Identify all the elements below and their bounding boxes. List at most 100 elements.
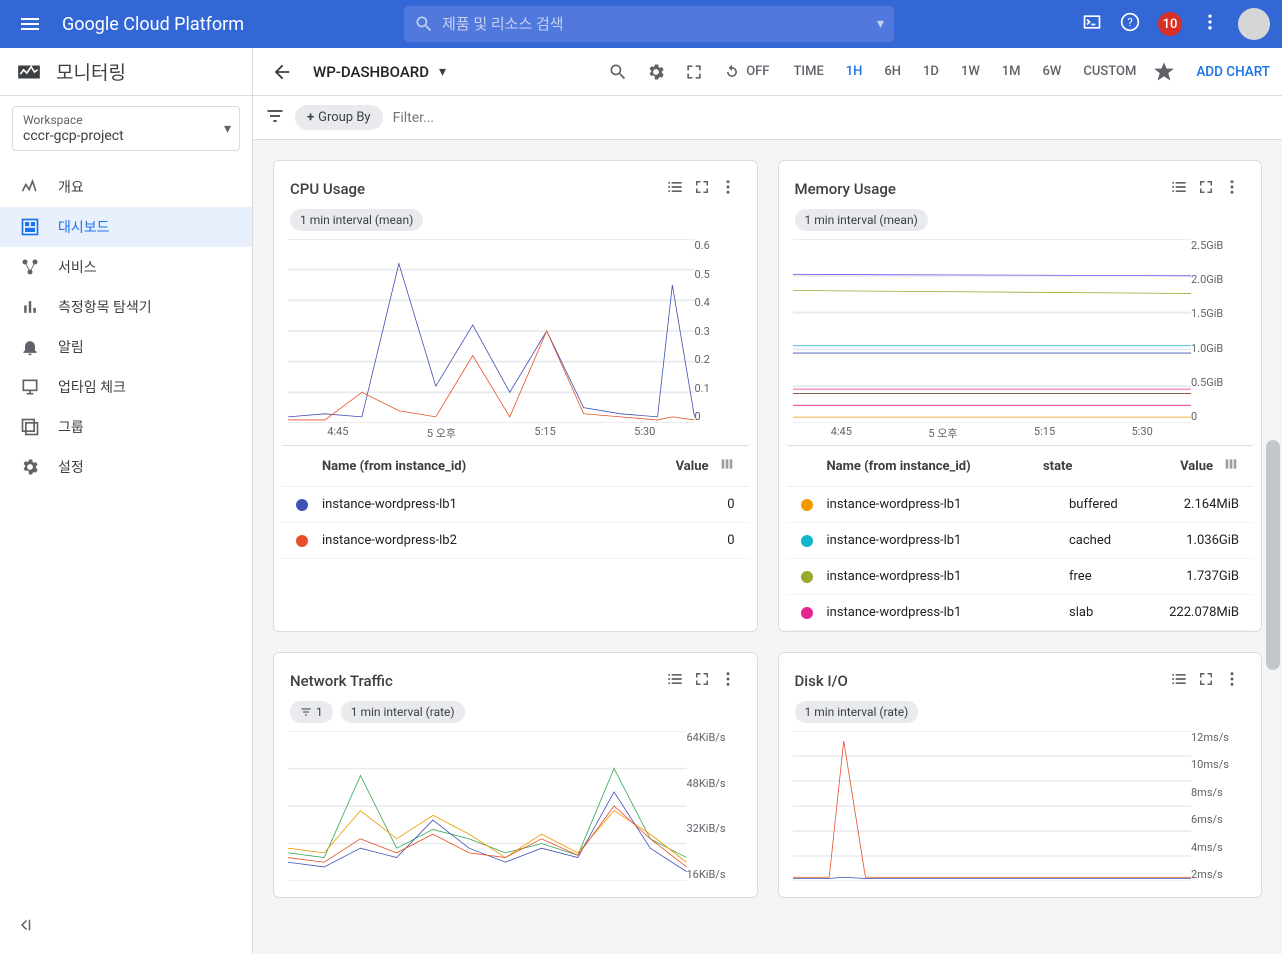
interval-chip[interactable]: 1 min interval (mean) (795, 209, 928, 231)
chart-title: Disk I/O (795, 672, 848, 690)
legend-toggle-icon[interactable] (1165, 667, 1193, 695)
legend-col-value: Value (1123, 459, 1213, 474)
time-option-1D[interactable]: 1D (917, 60, 945, 83)
chevron-down-icon: ▾ (224, 121, 231, 137)
time-option-6W[interactable]: 6W (1037, 60, 1068, 83)
sidebar-item-label: 알림 (58, 337, 84, 357)
search-box[interactable]: ▾ (404, 6, 894, 42)
legend-toggle-icon[interactable] (661, 175, 689, 203)
fullscreen-chart-icon[interactable] (1193, 176, 1219, 202)
more-vert-icon[interactable] (1219, 668, 1245, 694)
nav-icon (20, 297, 40, 317)
sidebar-item-0[interactable]: 개요 (0, 167, 252, 207)
hamburger-menu-icon[interactable] (12, 6, 48, 42)
search-dropdown-icon[interactable]: ▾ (877, 16, 884, 32)
chart-card-disk: Disk I/O 1 min interval (rate) 12ms/s10m… (778, 652, 1263, 898)
cloud-shell-icon[interactable] (1082, 12, 1102, 36)
nav-icon (20, 377, 40, 397)
sidebar-item-label: 설정 (58, 457, 84, 477)
legend-row[interactable]: instance-wordpress-lb1slab222.078MiB (787, 595, 1254, 631)
fullscreen-chart-icon[interactable] (1193, 668, 1219, 694)
chart-title: Memory Usage (795, 180, 896, 198)
chart-plot-disk[interactable]: 12ms/s10ms/s8ms/s6ms/s4ms/s2ms/s 4:455 오… (793, 731, 1248, 897)
nav-icon (20, 337, 40, 357)
collapse-nav-button[interactable] (0, 900, 252, 954)
filter-list-icon[interactable] (265, 106, 285, 130)
time-option-1M[interactable]: 1M (996, 60, 1027, 83)
sidebar-item-1[interactable]: 대시보드 (0, 207, 252, 247)
search-input[interactable] (442, 15, 877, 33)
dashboard-name[interactable]: WP-DASHBOARD (313, 63, 429, 81)
fullscreen-chart-icon[interactable] (689, 176, 715, 202)
settings-gear-icon[interactable] (640, 56, 672, 88)
monitoring-product-icon (16, 59, 42, 85)
interval-chip[interactable]: 1 min interval (rate) (795, 701, 919, 723)
fullscreen-icon[interactable] (678, 56, 710, 88)
chart-plot-network[interactable]: 64KiB/s48KiB/s32KiB/s16KiB/s 4:455 오후5:1… (288, 731, 743, 897)
add-chart-button[interactable]: ADD CHART (1196, 64, 1270, 80)
back-button[interactable] (265, 55, 299, 89)
legend-row[interactable]: instance-wordpress-lb1buffered2.164MiB (787, 487, 1254, 523)
time-label: TIME (787, 60, 829, 83)
sidebar-item-6[interactable]: 그룹 (0, 407, 252, 447)
group-by-button[interactable]: + Group By (295, 105, 383, 130)
notifications-badge[interactable]: 10 (1158, 12, 1182, 36)
workspace-selector[interactable]: Workspace cccr-gcp-project ▾ (12, 106, 240, 151)
sidebar-item-label: 서비스 (58, 257, 97, 277)
chart-card-cpu: CPU Usage 1 min interval (mean) 0.60.50.… (273, 160, 758, 632)
more-vert-icon[interactable] (715, 176, 741, 202)
chart-plot-cpu[interactable]: 0.60.50.40.30.20.10 4:455 오후5:155:30 (288, 239, 743, 439)
legend-row[interactable]: instance-wordpress-lb10 (282, 487, 749, 523)
auto-refresh-toggle[interactable]: OFF (716, 56, 775, 88)
legend-col-name: Name (from instance_id) (322, 459, 619, 474)
nav-icon (20, 217, 40, 237)
sidebar-item-label: 측정항목 탐색기 (58, 297, 152, 317)
columns-icon[interactable] (1223, 456, 1239, 476)
chart-plot-memory[interactable]: 2.5GiB2.0GiB1.5GiB1.0GiB0.5GiB0 4:455 오후… (793, 239, 1248, 439)
search-button[interactable] (602, 56, 634, 88)
group-by-label: Group By (318, 110, 371, 125)
left-nav: 모니터링 Workspace cccr-gcp-project ▾ 개요대시보드… (0, 48, 253, 954)
sidebar-item-label: 대시보드 (58, 217, 110, 237)
filter-count-chip[interactable]: 1 (290, 701, 333, 723)
legend-row[interactable]: instance-wordpress-lb20 (282, 523, 749, 559)
chevron-left-icon (16, 916, 34, 934)
interval-chip[interactable]: 1 min interval (mean) (290, 209, 423, 231)
nav-icon (20, 417, 40, 437)
star-icon[interactable] (1148, 56, 1180, 88)
time-option-1W[interactable]: 1W (955, 60, 986, 83)
time-option-6H[interactable]: 6H (878, 60, 907, 83)
legend-toggle-icon[interactable] (1165, 175, 1193, 203)
sidebar-item-4[interactable]: 알림 (0, 327, 252, 367)
top-right-actions: ? 10 (1082, 8, 1270, 40)
dashboard-dropdown-icon[interactable]: ▾ (439, 64, 446, 80)
legend-row[interactable]: instance-wordpress-lb1cached1.036GiB (787, 523, 1254, 559)
legend-toggle-icon[interactable] (661, 667, 689, 695)
sidebar-item-5[interactable]: 업타임 체크 (0, 367, 252, 407)
account-avatar[interactable] (1238, 8, 1270, 40)
time-option-1H[interactable]: 1H (840, 60, 869, 83)
filter-input[interactable] (393, 110, 1270, 126)
sidebar-item-2[interactable]: 서비스 (0, 247, 252, 287)
page-toolbar: WP-DASHBOARD ▾ OFF TIME 1H 6H 1D 1W 1M 6W CUST… (253, 48, 1282, 96)
chart-title: CPU Usage (290, 180, 365, 198)
legend-row[interactable]: instance-wordpress-lb1free1.737GiB (787, 559, 1254, 595)
more-vert-icon[interactable] (715, 668, 741, 694)
scrollbar[interactable] (1266, 140, 1280, 954)
time-option-CUSTOM[interactable]: CUSTOM (1077, 60, 1142, 83)
search-icon (414, 14, 434, 34)
fullscreen-chart-icon[interactable] (689, 668, 715, 694)
workspace-label: Workspace (23, 113, 229, 127)
product-logo[interactable]: Google Cloud Platform (62, 14, 244, 35)
sidebar-item-3[interactable]: 측정항목 탐색기 (0, 287, 252, 327)
more-vert-icon[interactable] (1219, 176, 1245, 202)
legend-col-name: Name (from instance_id) (827, 459, 1044, 474)
interval-chip[interactable]: 1 min interval (rate) (341, 701, 465, 723)
more-vert-icon[interactable] (1200, 12, 1220, 36)
dashboard-content: CPU Usage 1 min interval (mean) 0.60.50.… (253, 140, 1282, 954)
help-icon[interactable]: ? (1120, 12, 1140, 36)
sidebar-item-7[interactable]: 설정 (0, 447, 252, 487)
legend-col-state: state (1043, 459, 1123, 474)
chart-card-network: Network Traffic 1 1 min interval (rate) … (273, 652, 758, 898)
columns-icon[interactable] (719, 456, 735, 476)
